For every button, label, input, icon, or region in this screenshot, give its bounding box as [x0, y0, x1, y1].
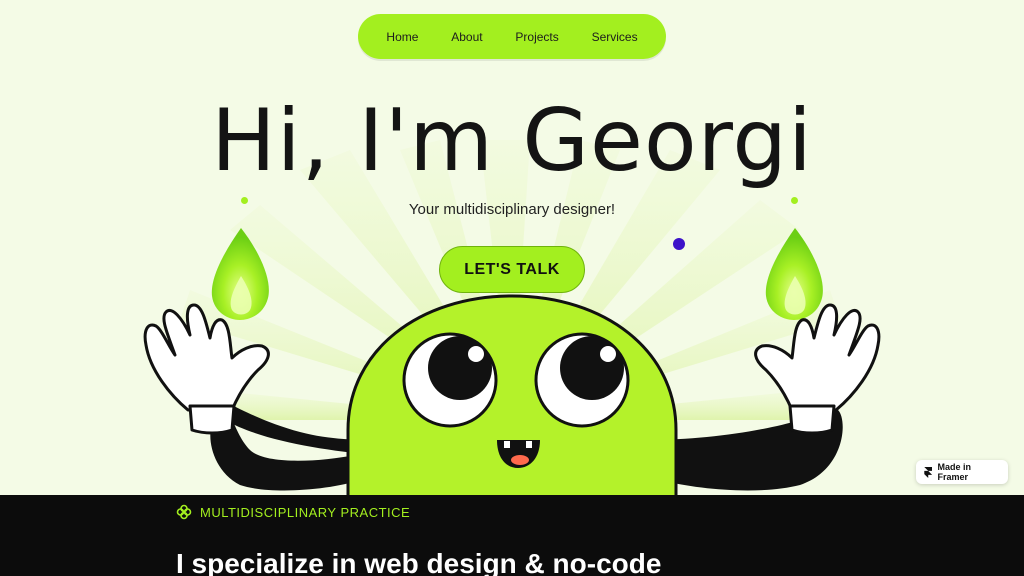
right-glove	[754, 303, 881, 435]
left-flame-icon	[211, 228, 269, 320]
left-eye	[402, 332, 498, 428]
framer-icon	[924, 466, 933, 478]
page: Home About Projects Services Hi, I'm Geo…	[0, 0, 1024, 576]
section-headline: I specialize in web design & no-code	[176, 548, 662, 576]
right-flame-icon	[765, 228, 823, 320]
lets-talk-button[interactable]: LET'S TALK	[439, 246, 585, 293]
flower-icon	[176, 504, 192, 520]
section-eyebrow-label: MULTIDISCIPLINARY PRACTICE	[200, 504, 411, 520]
section-eyebrow: MULTIDISCIPLINARY PRACTICE	[176, 504, 410, 520]
badge-label: Made in Framer	[937, 462, 971, 482]
made-in-framer-badge[interactable]: Made in Framer	[916, 460, 1008, 484]
right-eye	[534, 332, 630, 428]
